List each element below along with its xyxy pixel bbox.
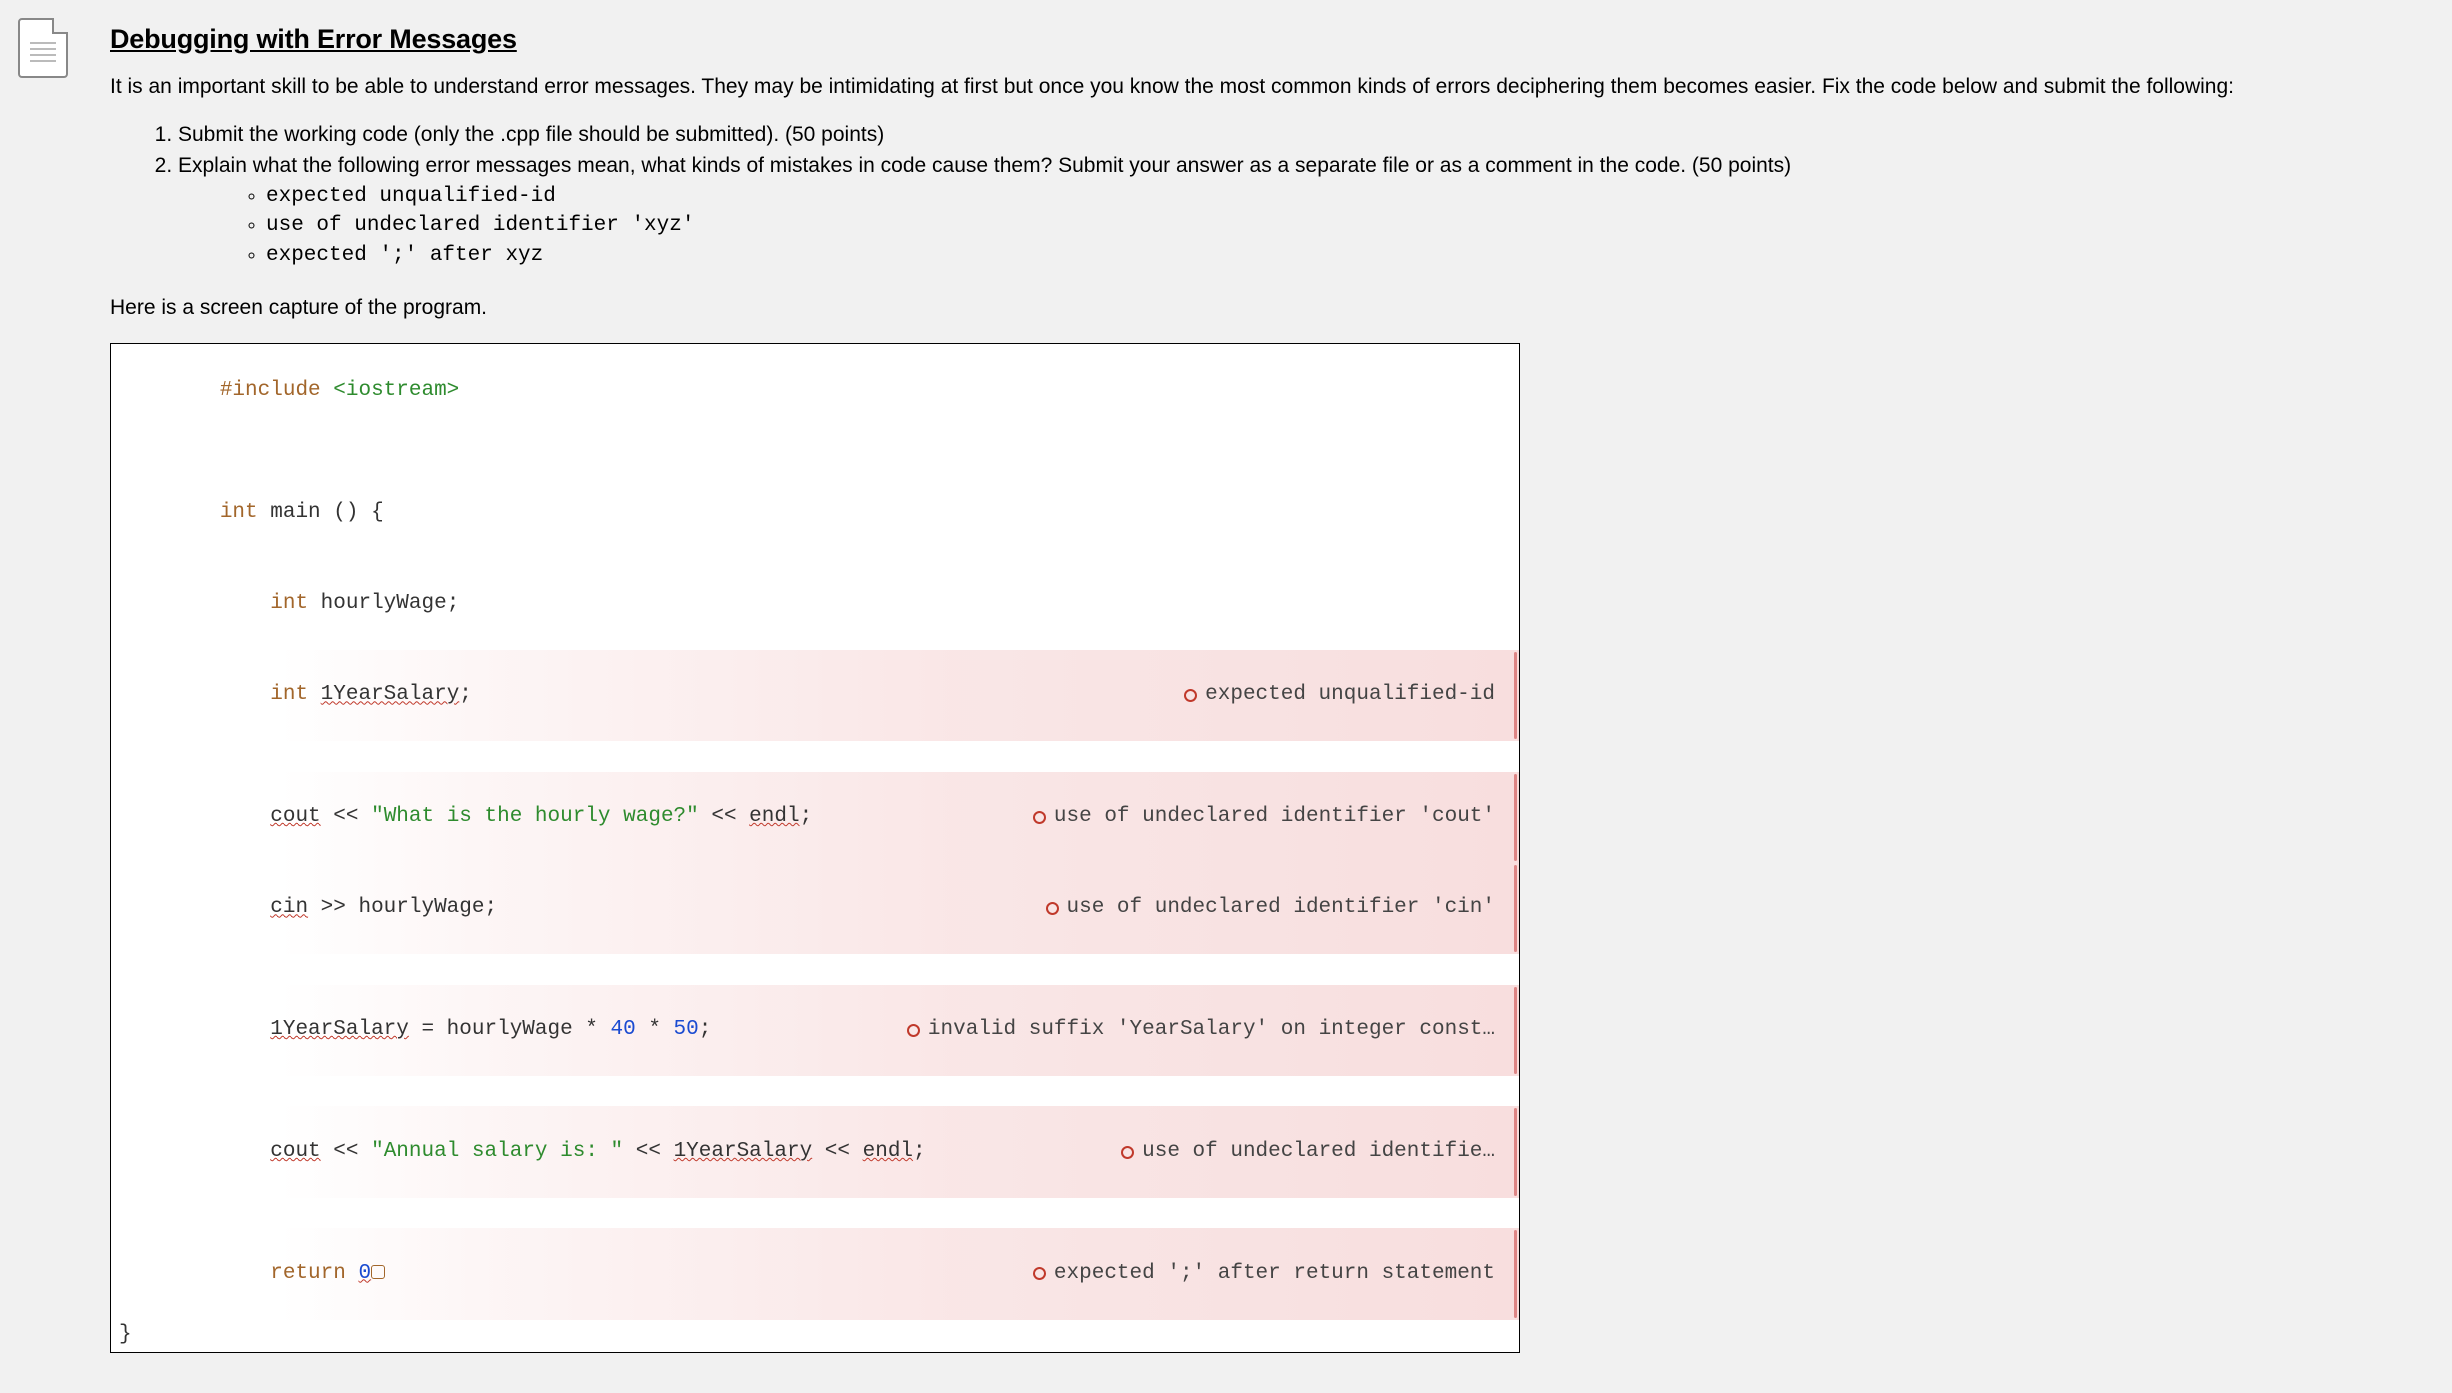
token-indent (220, 1262, 270, 1285)
code-line-blank (111, 437, 1519, 467)
code-line-blank (111, 741, 1519, 771)
intro-paragraph: It is an important skill to be able to u… (110, 73, 2412, 101)
code-line-7: cout << "What is the hourly wage?" << en… (111, 772, 1519, 863)
token-string: "Annual salary is: " (371, 1140, 623, 1163)
code-line-15: } (111, 1320, 1519, 1350)
error-text: use of undeclared identifier 'cin' (1067, 893, 1495, 923)
document-icon (18, 18, 68, 78)
code-line-14: return 0 expected ';' after return state… (111, 1228, 1519, 1319)
token-keyword-int: int (220, 501, 258, 524)
token-cout: cout (270, 805, 320, 828)
token-space (308, 592, 321, 615)
page: Debugging with Error Messages It is an i… (0, 0, 2452, 1393)
token-function-main: main (270, 501, 320, 524)
token-op: = hourlyWage * (409, 1018, 611, 1041)
token-op: << (623, 1140, 673, 1163)
missing-semicolon-marker (371, 1265, 385, 1279)
token-space (346, 1262, 359, 1285)
error-msg-7: use of undeclared identifier 'cout' (1033, 802, 1511, 832)
token-semi: ; (447, 592, 460, 615)
code-line-blank (111, 954, 1519, 984)
error-text: use of undeclared identifier 'cout' (1054, 802, 1495, 832)
token-number-40: 40 (611, 1018, 636, 1041)
token-keyword-return: return (270, 1262, 346, 1285)
token-op: * (636, 1018, 674, 1041)
error-text: expected unqualified-id (1205, 680, 1495, 710)
token-space (321, 379, 334, 402)
error-icon (1121, 1146, 1134, 1159)
code-line-4: int hourlyWage; (111, 559, 1519, 650)
token-var-1YearSalary: 1YearSalary (270, 1018, 409, 1041)
token-semi: ; (699, 1018, 712, 1041)
token-op: << (321, 805, 371, 828)
instruction-item-1: Submit the working code (only the .cpp f… (178, 121, 2412, 149)
token-var-hourlyWage: hourlyWage (321, 592, 447, 615)
instruction-item-2: Explain what the following error message… (178, 152, 2412, 271)
error-msg-10: invalid suffix 'YearSalary' on integer c… (907, 1015, 1511, 1045)
instruction-item-2-text: Explain what the following error message… (178, 154, 1791, 177)
code-line-5: int 1YearSalary; expected unqualified-id (111, 650, 1519, 741)
token-preprocessor: #include (220, 379, 321, 402)
instruction-list: Submit the working code (only the .cpp f… (110, 121, 2412, 270)
token-number-0: 0 (358, 1262, 371, 1285)
token-number-50: 50 (674, 1018, 699, 1041)
code-editor-screenshot: #include <iostream> int main () { int ho… (110, 343, 1520, 1353)
code-line-blank (111, 1076, 1519, 1106)
caption: Here is a screen capture of the program. (110, 294, 2412, 322)
token-op: << (699, 805, 749, 828)
token-close-brace: } (119, 1320, 132, 1350)
code-line-blank (111, 1198, 1519, 1228)
error-icon (907, 1024, 920, 1037)
token-indent (220, 896, 270, 919)
error-icon (1046, 902, 1059, 915)
error-type-list: expected unqualified-id use of undeclare… (178, 182, 2412, 270)
token-endl: endl (863, 1140, 913, 1163)
token-include-header: <iostream> (333, 379, 459, 402)
token-endl: endl (749, 805, 799, 828)
token-indent (220, 805, 270, 828)
error-type-1: expected unqualified-id (266, 182, 2412, 211)
token-semi: ; (800, 805, 813, 828)
error-icon (1033, 811, 1046, 824)
token-semi: ; (459, 683, 472, 706)
error-type-3: expected ';' after xyz (266, 241, 2412, 270)
error-msg-14: expected ';' after return statement (1033, 1259, 1511, 1289)
error-type-2: use of undeclared identifier 'xyz' (266, 211, 2412, 240)
error-msg-12: use of undeclared identifie… (1121, 1137, 1511, 1167)
error-text: expected ';' after return statement (1054, 1259, 1495, 1289)
token-indent (220, 1140, 270, 1163)
token-cin: cin (270, 896, 308, 919)
token-indent (220, 683, 270, 706)
code-line-1: #include <iostream> (111, 346, 1519, 437)
code-line-8: cin >> hourlyWage; use of undeclared ide… (111, 863, 1519, 954)
token-space (258, 501, 271, 524)
token-indent (220, 592, 270, 615)
error-msg-8: use of undeclared identifier 'cin' (1046, 893, 1511, 923)
error-msg-5: expected unqualified-id (1184, 680, 1511, 710)
page-title: Debugging with Error Messages (110, 24, 2412, 55)
code-line-12: cout << "Annual salary is: " << 1YearSal… (111, 1106, 1519, 1197)
token-space (308, 683, 321, 706)
error-icon (1033, 1267, 1046, 1280)
token-var-1YearSalary: 1YearSalary (674, 1140, 813, 1163)
token-semi: ; (913, 1140, 926, 1163)
token-cout: cout (270, 1140, 320, 1163)
token-rest: () { (321, 501, 384, 524)
token-indent (220, 1018, 270, 1041)
token-keyword-int: int (270, 683, 308, 706)
error-text: invalid suffix 'YearSalary' on integer c… (928, 1015, 1495, 1045)
error-icon (1184, 689, 1197, 702)
error-text: use of undeclared identifie… (1142, 1137, 1495, 1167)
code-line-10: 1YearSalary = hourlyWage * 40 * 50; inva… (111, 985, 1519, 1076)
token-rest: >> hourlyWage; (308, 896, 497, 919)
token-op: << (321, 1140, 371, 1163)
token-op: << (812, 1140, 862, 1163)
token-var-1YearSalary: 1YearSalary (321, 683, 460, 706)
code-line-3: int main () { (111, 467, 1519, 558)
token-keyword-int: int (270, 592, 308, 615)
token-string: "What is the hourly wage?" (371, 805, 699, 828)
